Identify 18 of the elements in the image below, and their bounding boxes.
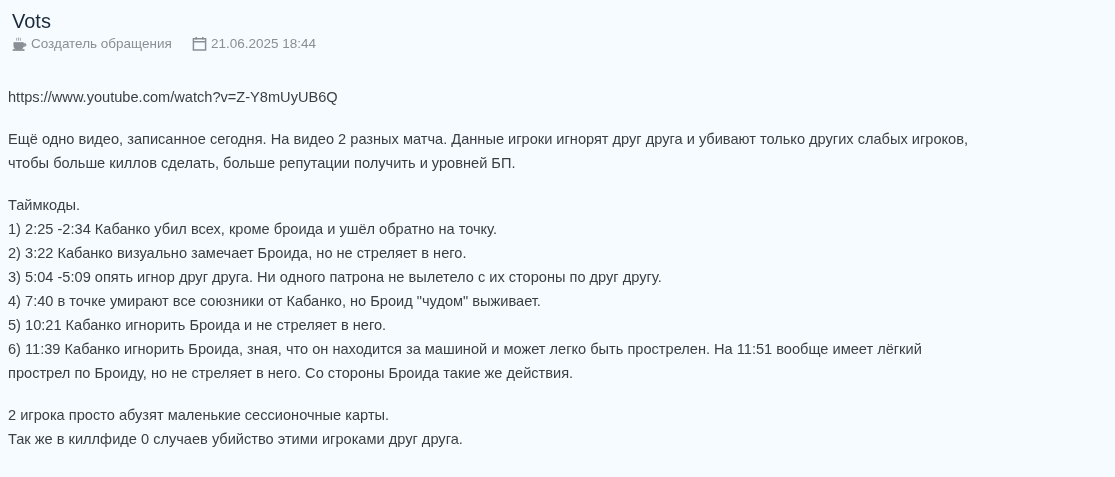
text-line: Ещё одно видео, записанное сегодня. На видео 2 разных матча. Данные игроки игнорят друг друга и убивают только других слабых игроков, <box>8 130 968 149</box>
coffee-cup-icon <box>12 36 27 51</box>
calendar-icon <box>191 36 207 51</box>
text-line: https://www.youtube.com/watch?v=Z-Y8mUyUB6Q <box>8 88 338 107</box>
text-line: 5) 10:21 Кабанко игнорить Броида и не стреляет в него. <box>8 316 387 335</box>
text-line: 3) 5:04 -5:09 опять игнор друг друга. Ни одного патрона не вылетело с их стороны по друг другу. <box>8 268 662 287</box>
text-line: Так же в киллфиде 0 случаев убийство этими игроками друг друга. <box>8 430 463 449</box>
text-line: 4) 7:40 в точке умирают все союзники от Кабанко, но Броид "чудом" выживает. <box>8 292 541 311</box>
text-line: 2) 3:22 Кабанко визуально замечает Броида, но не стреляет в него. <box>8 244 467 263</box>
text-line: 1) 2:25 -2:34 Кабанко убил всех, кроме броида и ушёл обратно на точку. <box>8 220 497 239</box>
text-line: Таймкоды. <box>8 196 80 215</box>
text-line: прострел по Броиду, но не стреляет в него. Со стороны Броида такие же действия. <box>8 364 574 383</box>
author-label: Создатель обращения <box>31 36 172 51</box>
text-line: чтобы больше киллов сделать, больше репутации получить и уровней БП. <box>8 154 516 173</box>
post-date: 21.06.2025 18:44 <box>210 36 316 51</box>
text-line: 6) 11:39 Кабанко игнорить Броида, зная, что он находится за машиной и может легко быть прострелен. На 11:51 вообще имеет лёгкий <box>8 340 922 359</box>
post-title: Vots <box>12 9 52 34</box>
text-line: 2 игрока просто абузят маленькие сессионочные карты. <box>8 406 390 425</box>
